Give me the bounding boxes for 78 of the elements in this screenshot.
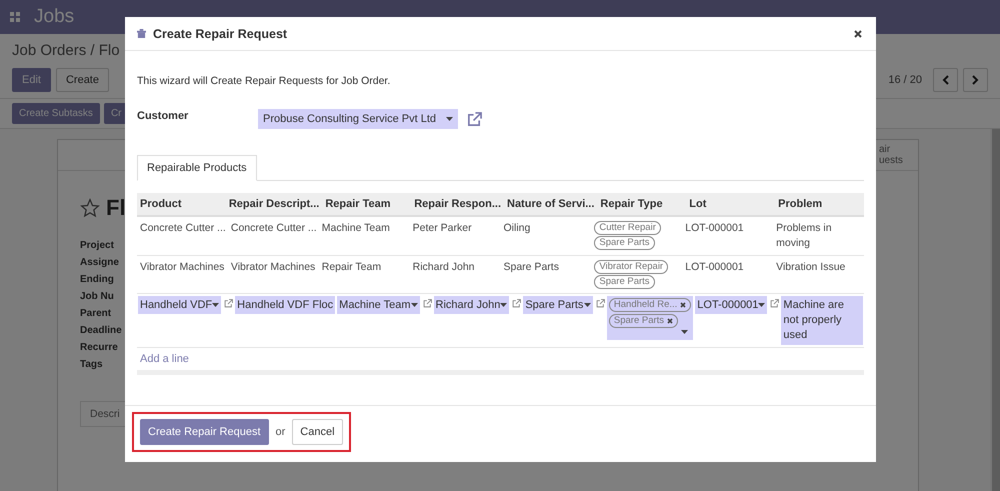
customer-select[interactable]: Probuse Consulting Service Pvt Ltd — [258, 109, 458, 129]
create-repair-request-button[interactable]: Create Repair Request — [140, 419, 269, 445]
pager-counter: 16 / 20 — [888, 74, 922, 86]
field-label: Job Nu — [80, 290, 114, 304]
field-label: Recurre — [80, 341, 118, 355]
column-header[interactable]: Repair Descript... — [226, 193, 322, 215]
action-button[interactable]: Create — [56, 68, 109, 92]
select-field[interactable]: Machine Team — [337, 296, 420, 314]
cancel-button[interactable]: Cancel — [292, 419, 343, 445]
select-field[interactable]: LOT-000001 — [695, 296, 768, 314]
table-cell-text: LOT-000001 — [684, 221, 745, 236]
chevron-left-icon — [942, 75, 949, 85]
external-link-icon[interactable] — [224, 299, 234, 308]
repair-type-tag: Spare Parts — [594, 236, 655, 250]
chevron-right-icon — [972, 75, 979, 85]
table-cell-text: Spare Parts — [502, 260, 560, 275]
select-field[interactable]: Spare Parts — [523, 296, 593, 314]
external-link-icon[interactable] — [770, 299, 780, 308]
breadcrumb: Job Orders / Flo — [12, 42, 121, 59]
field-label: Ending — [80, 273, 114, 287]
input-field[interactable]: Handheld VDF Floc — [235, 296, 336, 314]
repair-type-tag: Vibrator Repair — [594, 260, 668, 274]
record-title: Fl — [106, 195, 126, 221]
repair-type-tag: Cutter Repair — [594, 221, 661, 235]
problem-text-area[interactable]: Machine are not properly used — [781, 296, 863, 345]
tab[interactable]: Repairable Products — [137, 155, 257, 181]
column-header[interactable]: Repair Respon... — [411, 193, 504, 215]
field-label: Deadline — [80, 324, 122, 338]
table-cell-text: Concrete Cutter ... — [139, 221, 227, 236]
external-link-icon[interactable] — [467, 112, 482, 126]
close-button[interactable] — [852, 28, 864, 40]
caret-icon — [212, 303, 220, 307]
table-cell-text: LOT-000001 — [684, 260, 745, 275]
scrollbar[interactable] — [990, 129, 1000, 491]
apps-menu-icon[interactable] — [10, 12, 20, 22]
table-cell-text: Machine Team — [320, 221, 391, 236]
external-link-icon[interactable] — [512, 299, 522, 308]
field-label: Customer — [137, 110, 190, 124]
select-field[interactable]: Handheld VDF — [138, 296, 222, 314]
remove-icon[interactable] — [680, 302, 686, 308]
table-cell-text: Peter Parker — [412, 221, 473, 236]
table-cell-text: Vibration Issue — [775, 260, 846, 275]
table-cell-text: Problems in moving — [775, 221, 833, 251]
caret-icon — [584, 303, 591, 307]
table-cell-text: Concrete Cutter ... — [230, 221, 318, 236]
column-header[interactable]: Repair Type — [597, 193, 686, 215]
repair-type-tag: Spare Parts — [594, 275, 655, 289]
add-line-link[interactable]: Add a line — [140, 353, 189, 365]
table-cell-text: Oiling — [502, 221, 532, 236]
field-label: Parent — [80, 307, 112, 321]
external-link-icon[interactable] — [422, 299, 432, 308]
field-label: Assigne — [80, 256, 119, 270]
caret-icon — [446, 117, 453, 121]
table-cell-text: Repair Team — [320, 260, 382, 275]
dialog-title: Create Repair Request — [153, 26, 288, 40]
column-header[interactable]: Nature of Servi... — [504, 193, 598, 215]
caret-icon — [500, 303, 508, 307]
table-cell-text: Vibrator Machines — [230, 260, 316, 275]
star-icon[interactable] — [80, 198, 100, 218]
or-text: or — [274, 426, 286, 438]
table-cell-text: Richard John — [412, 260, 476, 275]
column-header[interactable]: Repair Team — [322, 193, 412, 215]
column-header[interactable]: Product — [137, 193, 226, 215]
previous-button[interactable] — [933, 68, 958, 92]
caret-icon — [681, 330, 688, 334]
next-button[interactable] — [963, 68, 988, 92]
intro-text: This wizard will Create Repair Requests for Job Order. — [137, 75, 392, 87]
external-link-icon[interactable] — [596, 299, 605, 308]
field-label: Project — [80, 239, 114, 253]
column-header[interactable]: Problem — [775, 193, 864, 215]
caret-icon — [410, 303, 418, 307]
select-field[interactable]: Richard John — [434, 296, 510, 314]
field-label: Tags — [80, 358, 103, 372]
close-icon — [854, 30, 862, 38]
caret-icon — [758, 303, 766, 307]
table-cell-text: Vibrator Machines — [139, 260, 226, 275]
column-header[interactable]: Lot — [686, 193, 776, 215]
remove-icon[interactable] — [667, 318, 674, 324]
